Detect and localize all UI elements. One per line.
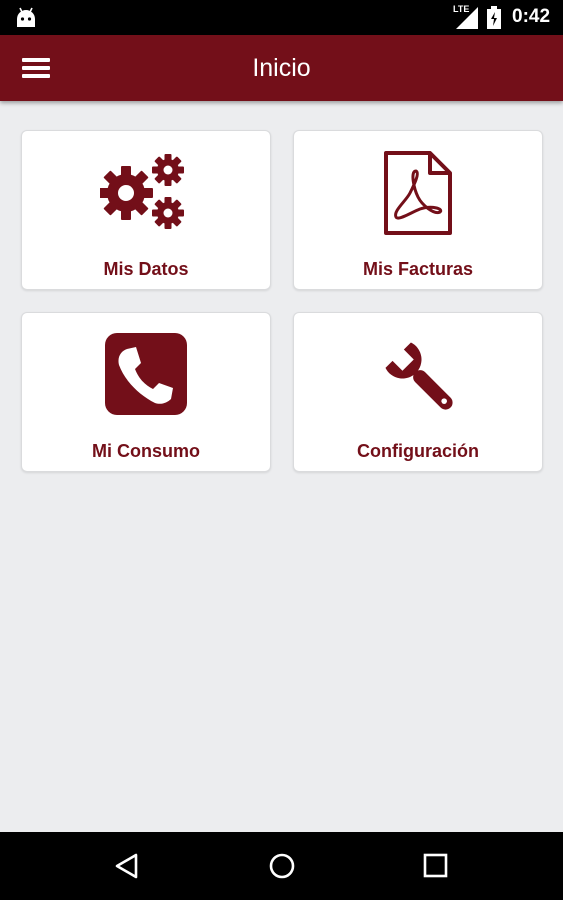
gears-icon xyxy=(100,154,184,229)
clock: 0:42 xyxy=(512,6,551,27)
app-bar: Inicio xyxy=(0,35,563,101)
recents-icon[interactable] xyxy=(416,846,456,886)
pdf-document-icon xyxy=(384,151,452,235)
navigation-bar xyxy=(0,832,563,900)
signal-icon xyxy=(456,7,478,29)
home-icon[interactable] xyxy=(262,846,302,886)
wrench-icon xyxy=(385,342,453,410)
menu-card-label: Mi Consumo xyxy=(92,441,200,461)
back-icon[interactable] xyxy=(106,846,146,886)
page-title: Inicio xyxy=(252,54,311,82)
menu-card-configuracion[interactable]: Configuración xyxy=(293,312,543,472)
android-icon xyxy=(17,7,35,27)
menu-card-label: Configuración xyxy=(357,441,479,461)
phone-icon xyxy=(105,333,187,415)
menu-card-label: Mis Facturas xyxy=(362,259,474,279)
menu-card-mis-facturas[interactable]: Mis Facturas xyxy=(293,130,543,290)
battery-icon xyxy=(487,6,501,29)
status-bar: LTE 0:42 xyxy=(0,0,563,35)
menu-card-label: Mis Datos xyxy=(103,259,189,279)
menu-card-mis-datos[interactable]: Mis Datos xyxy=(21,130,271,290)
menu-card-mi-consumo[interactable]: Mi Consumo xyxy=(21,312,271,472)
